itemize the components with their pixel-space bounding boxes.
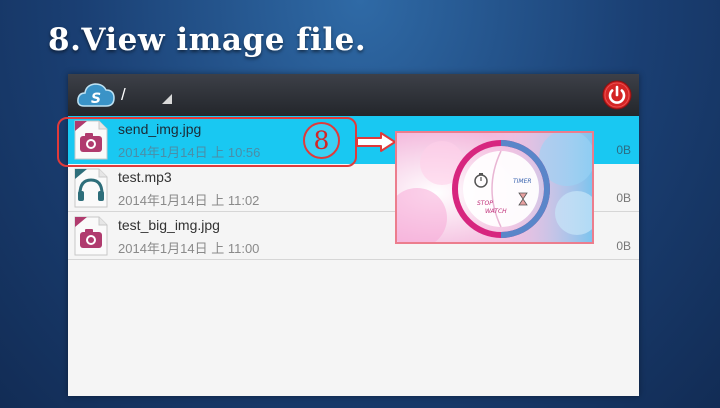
- preview-label-watch: WATCH: [485, 208, 507, 215]
- file-name: test_big_img.jpg: [118, 217, 220, 233]
- preview-label-stop: STOP: [477, 200, 493, 207]
- slide-title: 8.View image file.: [48, 22, 367, 58]
- preview-label-timer: TIMER: [513, 178, 532, 185]
- current-path: /: [121, 85, 126, 104]
- cloud-logo-icon[interactable]: S: [76, 80, 116, 110]
- top-bar: S /: [68, 74, 639, 116]
- audio-file-icon: [74, 168, 108, 208]
- step-number-badge: 8: [303, 122, 340, 159]
- logo-letter: S: [91, 91, 101, 107]
- preview-image: STOP WATCH TIMER: [397, 133, 592, 242]
- image-file-icon: [74, 216, 108, 256]
- file-size: 0B: [616, 143, 631, 157]
- path-dropdown-icon[interactable]: [162, 94, 172, 104]
- power-icon[interactable]: [602, 80, 632, 110]
- file-date: 2014年1月14日 上 11:00: [118, 241, 260, 256]
- file-name: test.mp3: [118, 169, 172, 185]
- arrow-right-icon: [356, 132, 396, 152]
- image-preview-popup: STOP WATCH TIMER: [395, 131, 594, 244]
- file-date: 2014年1月14日 上 11:02: [118, 193, 260, 208]
- file-size: 0B: [616, 239, 631, 253]
- file-size: 0B: [616, 191, 631, 205]
